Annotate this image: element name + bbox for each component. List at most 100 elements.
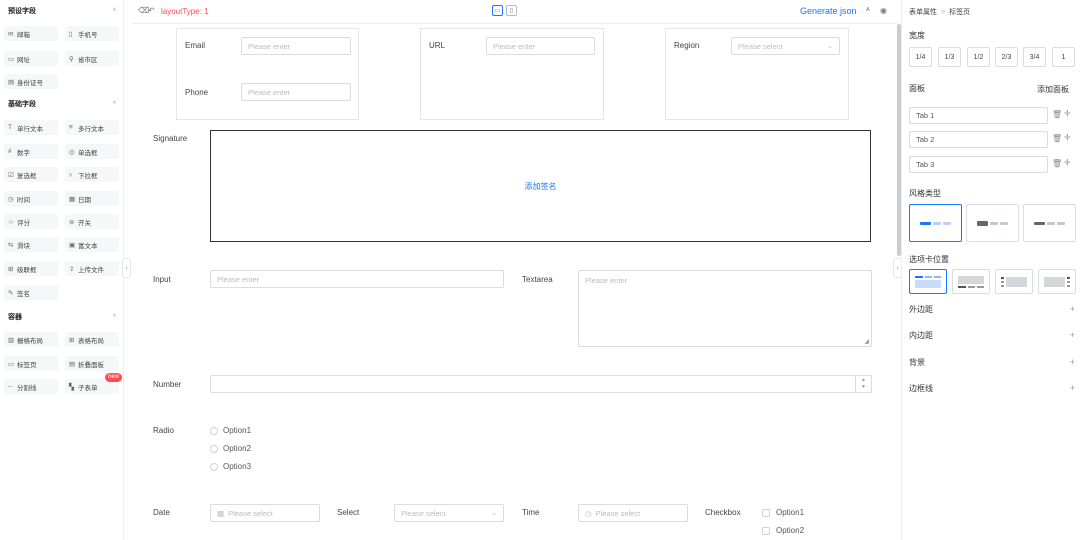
- style-type-title: 风格类型: [909, 189, 941, 198]
- delete-icon[interactable]: 🗑: [1052, 159, 1062, 168]
- checkbox-option[interactable]: Option1: [762, 508, 804, 517]
- plus-icon[interactable]: +: [1070, 304, 1075, 315]
- number-stepper[interactable]: ▲ ▼: [855, 376, 871, 392]
- plus-icon[interactable]: +: [1070, 357, 1075, 368]
- checkbox-square[interactable]: [762, 508, 770, 517]
- width-option[interactable]: 3/4: [1023, 47, 1046, 67]
- url-field[interactable]: Please enter: [486, 37, 595, 55]
- chevron-up-icon[interactable]: ^: [113, 314, 116, 321]
- palette-item-select[interactable]: ▿ 下拉框: [65, 167, 119, 182]
- style-option-border-card[interactable]: [1023, 204, 1076, 242]
- date-picker[interactable]: ▦ Please select: [210, 504, 320, 522]
- radio-circle[interactable]: [210, 444, 218, 453]
- palette-item-cascader[interactable]: ⊞ 级联框: [4, 261, 58, 276]
- delete-icon[interactable]: 🗑: [1052, 110, 1062, 119]
- palette-item-multi-text[interactable]: ≡ 多行文本: [65, 120, 119, 135]
- margin-row[interactable]: 外边距 +: [909, 304, 1075, 315]
- select-field[interactable]: Please select ⌄: [394, 504, 504, 522]
- tab-position-top[interactable]: [909, 269, 947, 294]
- drag-handle-icon[interactable]: ✛: [1064, 133, 1071, 142]
- chevron-up-icon[interactable]: ^: [113, 8, 116, 15]
- plus-icon[interactable]: +: [1070, 383, 1075, 394]
- undo-icon[interactable]: ↶: [148, 6, 155, 15]
- border-row[interactable]: 边框线 +: [909, 383, 1075, 394]
- radio-circle[interactable]: [210, 426, 218, 435]
- palette-item-grid[interactable]: ▥ 栅格布局: [4, 332, 58, 347]
- number-input[interactable]: ▲ ▼: [210, 375, 872, 393]
- input-field[interactable]: Please enter: [210, 270, 504, 288]
- signature-label: Signature: [153, 134, 188, 143]
- signature-pad[interactable]: 添加签名: [210, 130, 871, 242]
- palette-item-region[interactable]: ⚲ 省市区: [65, 51, 119, 66]
- chevron-down-icon[interactable]: ▼: [861, 384, 866, 391]
- palette-item-subform[interactable]: ▚ 子表单 new: [65, 373, 122, 394]
- radio-option[interactable]: Option1: [210, 426, 251, 435]
- palette-item-radio[interactable]: ◎ 单选框: [65, 144, 119, 159]
- palette-item-switch[interactable]: ⊜ 开关: [65, 214, 119, 229]
- palette-item-phone[interactable]: ▯ 手机号: [65, 26, 119, 41]
- tab-position-bottom[interactable]: [952, 269, 990, 294]
- palette-item-date[interactable]: ▦ 日期: [65, 191, 119, 206]
- add-panel-button[interactable]: 添加面板: [1037, 84, 1069, 95]
- chevron-up-icon[interactable]: ^: [113, 101, 116, 108]
- width-option[interactable]: 1/4: [909, 47, 932, 67]
- checkbox-square[interactable]: [762, 526, 770, 535]
- palette-item-signature[interactable]: ✎ 签名: [4, 285, 58, 300]
- plus-icon[interactable]: +: [1070, 330, 1075, 341]
- basic-fields-header[interactable]: 基础字段 ^: [8, 97, 116, 111]
- checkbox-option[interactable]: Option2: [762, 526, 804, 535]
- tab-position-left[interactable]: [995, 269, 1033, 294]
- palette-item-rate[interactable]: ☆ 评分: [4, 214, 58, 229]
- resize-handle-icon[interactable]: ◢: [864, 338, 869, 345]
- generate-json-button[interactable]: Generate json: [800, 6, 857, 16]
- palette-item-checkbox[interactable]: ☑ 复选框: [4, 167, 58, 182]
- palette-item-tabs[interactable]: ▭ 标签页: [4, 356, 58, 371]
- email-field[interactable]: Please enter: [241, 37, 351, 55]
- palette-item-single-text[interactable]: T 单行文本: [4, 120, 58, 135]
- tab-name-input[interactable]: Tab 2: [909, 131, 1048, 148]
- palette-item-rich-text[interactable]: ▣ 富文本: [65, 237, 119, 252]
- tab-name-input[interactable]: Tab 1: [909, 107, 1048, 124]
- style-option-line[interactable]: [909, 204, 962, 242]
- width-option[interactable]: 1: [1052, 47, 1075, 67]
- phone-field[interactable]: Please enter: [241, 83, 351, 101]
- width-option[interactable]: 1/2: [967, 47, 990, 67]
- palette-item-table-layout[interactable]: ⊞ 表格布局: [65, 332, 119, 347]
- radio-circle[interactable]: [210, 462, 218, 471]
- textarea-field[interactable]: Please enter ◢: [578, 270, 872, 347]
- delete-icon[interactable]: 🗑: [1052, 134, 1062, 143]
- desktop-view-button[interactable]: ▭: [492, 5, 503, 16]
- translate-icon[interactable]: ᴬ: [866, 6, 870, 15]
- palette-item-divider[interactable]: ┄ 分割线: [4, 379, 58, 394]
- drag-handle-icon[interactable]: ✛: [1064, 158, 1071, 167]
- tab-name-input[interactable]: Tab 3: [909, 156, 1048, 173]
- palette-item-number[interactable]: # 数字: [4, 144, 58, 159]
- collapse-left-panel-button[interactable]: ‹: [122, 258, 131, 278]
- palette-item-collapse[interactable]: ▤ 折叠面板: [65, 356, 119, 371]
- radio-option[interactable]: Option2: [210, 444, 251, 453]
- palette-item-id-card[interactable]: ▤ 身份证号: [4, 74, 58, 89]
- breadcrumb-form-props[interactable]: 表单属性: [909, 9, 937, 16]
- tab-position-right[interactable]: [1038, 269, 1076, 294]
- palette-item-email[interactable]: ✉ 邮箱: [4, 26, 58, 41]
- palette-item-url[interactable]: ▭ 网址: [4, 51, 58, 66]
- time-picker[interactable]: ◷ Please select: [578, 504, 688, 522]
- padding-row[interactable]: 内边距 +: [909, 330, 1075, 341]
- background-row[interactable]: 背景 +: [909, 357, 1075, 368]
- style-option-card[interactable]: [966, 204, 1019, 242]
- preset-fields-header[interactable]: 预设字段 ^: [8, 4, 116, 18]
- palette-item-time[interactable]: ◷ 时间: [4, 191, 58, 206]
- radio-option[interactable]: Option3: [210, 462, 251, 471]
- preview-eye-icon[interactable]: ◉: [880, 6, 887, 15]
- mobile-view-button[interactable]: ▯: [506, 5, 517, 16]
- palette-item-upload[interactable]: ⇪ 上传文件: [65, 261, 119, 276]
- chevron-up-icon[interactable]: ▲: [861, 377, 866, 384]
- drag-handle-icon[interactable]: ✛: [1064, 109, 1071, 118]
- width-option[interactable]: 1/3: [938, 47, 961, 67]
- palette-item-slider[interactable]: ⇆ 滑块: [4, 237, 58, 252]
- region-select[interactable]: Please select ⌄: [731, 37, 840, 55]
- container-fields-header[interactable]: 容器 ^: [8, 310, 116, 324]
- width-option[interactable]: 2/3: [995, 47, 1018, 67]
- palette-item-label: 单行文本: [17, 125, 43, 133]
- add-signature-link[interactable]: 添加签名: [525, 181, 557, 192]
